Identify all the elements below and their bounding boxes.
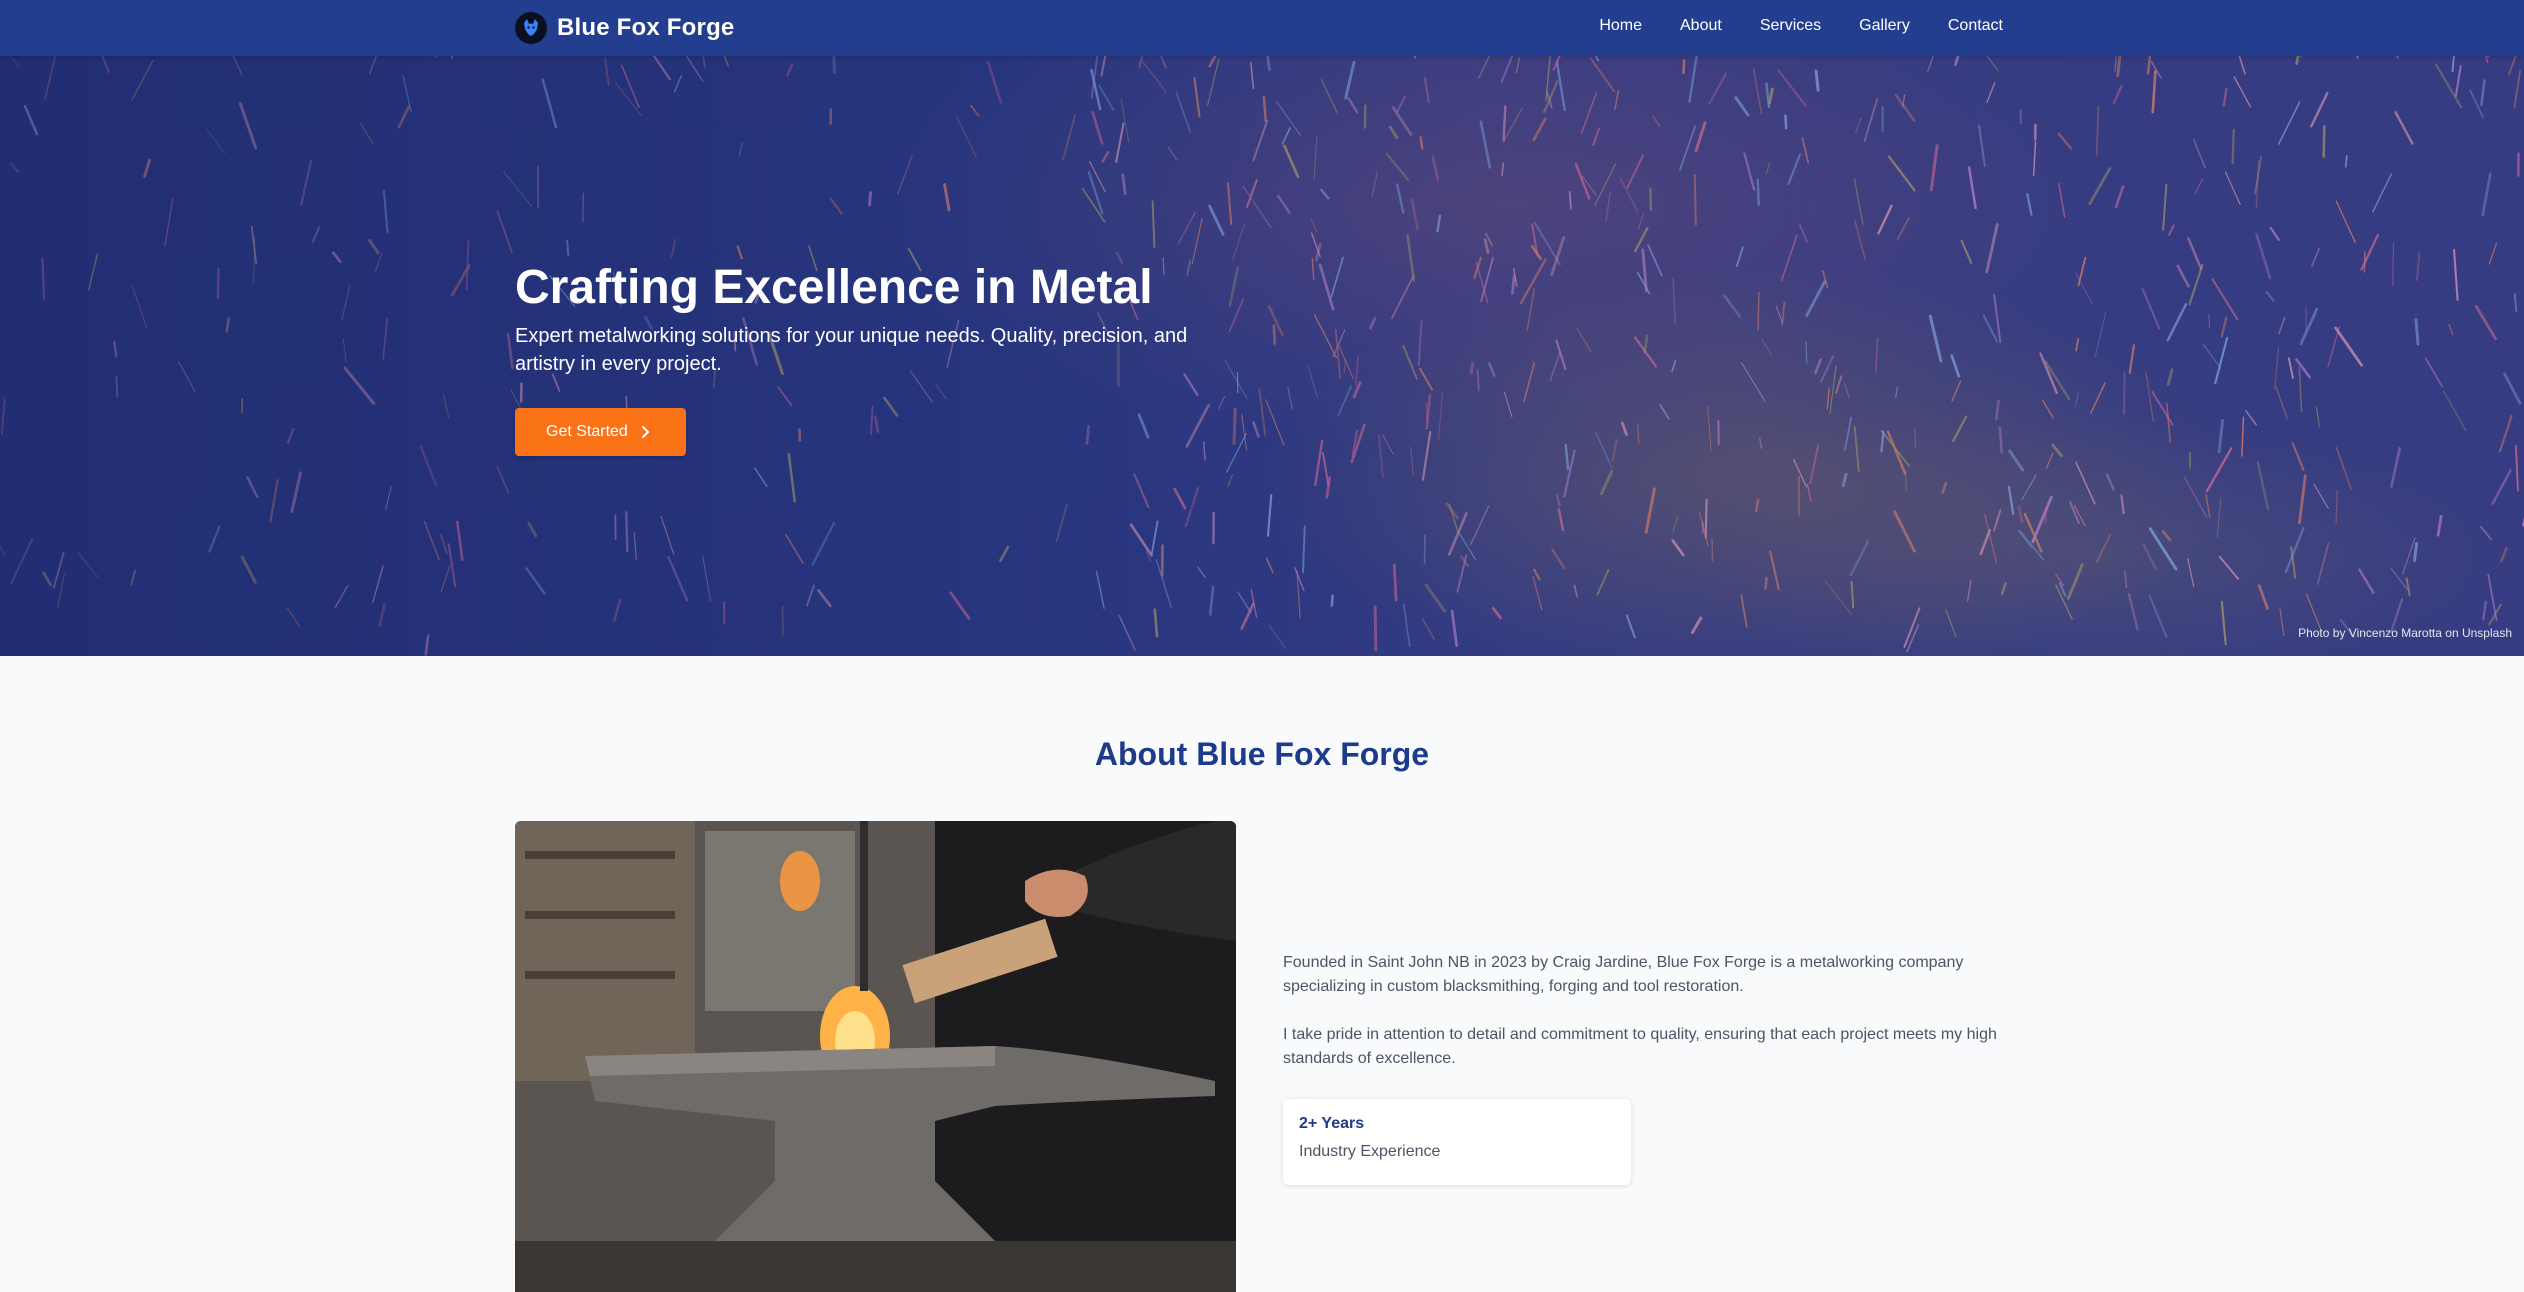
stat-label: Industry Experience [1299, 1143, 1441, 1160]
brand-name: Blue Fox Forge [557, 14, 735, 41]
hero-subtitle: Expert metalworking solutions for your u… [515, 325, 1188, 375]
chevron-right-icon [641, 426, 649, 438]
hero-section: Crafting Excellence in Metal Expert meta… [0, 56, 2524, 656]
about-text: Founded in Saint John NB in 2023 by Crai… [1283, 951, 2003, 1185]
blacksmith-anvil-image [515, 821, 1236, 1292]
hero-overlay [0, 56, 2524, 656]
nav-gallery[interactable]: Gallery [1859, 17, 1910, 35]
stat-value: 2+ Years [1299, 1115, 1365, 1132]
get-started-label: Get Started [546, 423, 628, 440]
about-title: About Blue Fox Forge [1094, 736, 1430, 772]
experience-stat-card: 2+ Years Industry Experience [1283, 1099, 1631, 1185]
about-paragraph: Founded in Saint John NB in 2023 by Crai… [1283, 954, 1964, 995]
nav-home[interactable]: Home [1599, 17, 1642, 35]
photo-credit: Photo by Vincenzo Marotta on Unsplash [2298, 626, 2512, 640]
hero-content: Crafting Excellence in Metal Expert meta… [515, 256, 1235, 456]
nav-contact[interactable]: Contact [1948, 17, 2003, 35]
hero-title: Crafting Excellence in Metal [515, 261, 1153, 314]
get-started-button[interactable]: Get Started [515, 408, 686, 456]
about-paragraph: I take pride in attention to detail and … [1283, 1026, 1997, 1067]
nav-about[interactable]: About [1680, 17, 1722, 35]
fox-logo-icon [515, 12, 547, 44]
main-nav: Home About Services Gallery Contact [1599, 0, 2003, 52]
brand-link[interactable]: Blue Fox Forge [515, 8, 734, 48]
navbar: Blue Fox Forge Home About Services Galle… [0, 0, 2524, 56]
nav-services[interactable]: Services [1760, 17, 1821, 35]
